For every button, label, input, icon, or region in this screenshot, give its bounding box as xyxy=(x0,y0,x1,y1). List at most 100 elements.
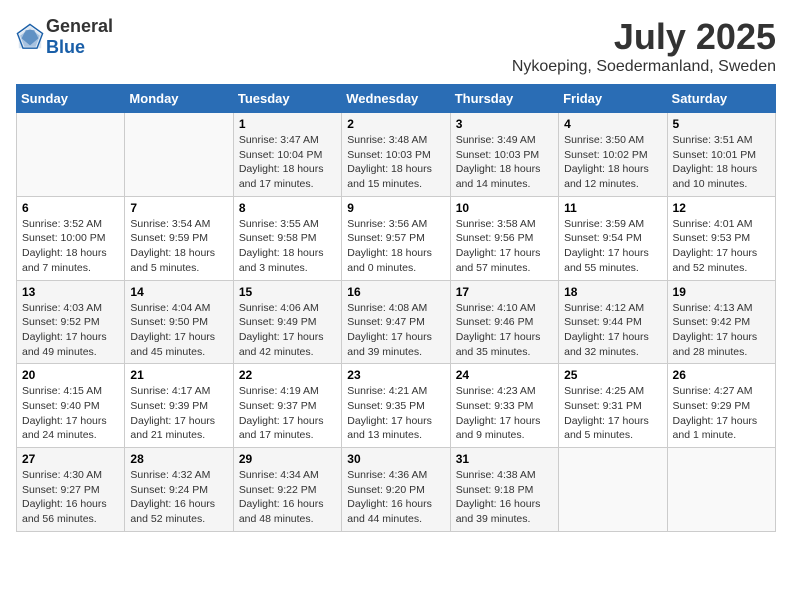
day-number: 28 xyxy=(130,452,227,466)
day-info: Sunrise: 3:56 AM Sunset: 9:57 PM Dayligh… xyxy=(347,217,444,276)
title-block: July 2025 Nykoeping, Soedermanland, Swed… xyxy=(512,16,776,76)
calendar-cell: 20 Sunrise: 4:15 AM Sunset: 9:40 PM Dayli… xyxy=(17,364,125,448)
calendar-cell: 5Sunrise: 3:51 AM Sunset: 10:01 PM Dayli… xyxy=(667,113,775,197)
logo-icon xyxy=(16,23,44,51)
day-number: 4 xyxy=(564,117,661,131)
calendar-cell: 12 Sunrise: 4:01 AM Sunset: 9:53 PM Dayli… xyxy=(667,196,775,280)
calendar-cell: 13 Sunrise: 4:03 AM Sunset: 9:52 PM Dayli… xyxy=(17,280,125,364)
day-number: 2 xyxy=(347,117,444,131)
day-info: Sunrise: 4:03 AM Sunset: 9:52 PM Dayligh… xyxy=(22,301,119,360)
day-number: 21 xyxy=(130,368,227,382)
day-info: Sunrise: 4:12 AM Sunset: 9:44 PM Dayligh… xyxy=(564,301,661,360)
header-tuesday: Tuesday xyxy=(233,85,341,113)
day-number: 29 xyxy=(239,452,336,466)
day-info: Sunrise: 3:58 AM Sunset: 9:56 PM Dayligh… xyxy=(456,217,553,276)
day-info: Sunrise: 3:48 AM Sunset: 10:03 PM Daylig… xyxy=(347,133,444,192)
calendar-cell: 9 Sunrise: 3:56 AM Sunset: 9:57 PM Daylig… xyxy=(342,196,450,280)
day-number: 9 xyxy=(347,201,444,215)
calendar-cell: 2 Sunrise: 3:48 AM Sunset: 10:03 PM Dayli… xyxy=(342,113,450,197)
day-number: 30 xyxy=(347,452,444,466)
logo-text: General Blue xyxy=(46,16,113,58)
weekday-header-row: Sunday Monday Tuesday Wednesday Thursday… xyxy=(17,85,776,113)
logo-general: General xyxy=(46,16,113,36)
day-number: 22 xyxy=(239,368,336,382)
day-number: 6 xyxy=(22,201,119,215)
calendar-cell: 6Sunrise: 3:52 AM Sunset: 10:00 PM Dayli… xyxy=(17,196,125,280)
calendar-cell xyxy=(17,113,125,197)
calendar-cell: 22Sunrise: 4:19 AM Sunset: 9:37 PM Dayli… xyxy=(233,364,341,448)
calendar-cell: 31Sunrise: 4:38 AM Sunset: 9:18 PM Dayli… xyxy=(450,448,558,532)
day-info: Sunrise: 4:01 AM Sunset: 9:53 PM Dayligh… xyxy=(673,217,770,276)
day-info: Sunrise: 4:32 AM Sunset: 9:24 PM Dayligh… xyxy=(130,468,227,527)
calendar-cell: 18 Sunrise: 4:12 AM Sunset: 9:44 PM Dayli… xyxy=(559,280,667,364)
calendar-cell: 30 Sunrise: 4:36 AM Sunset: 9:20 PM Dayli… xyxy=(342,448,450,532)
day-number: 16 xyxy=(347,285,444,299)
location-title: Nykoeping, Soedermanland, Sweden xyxy=(512,58,776,76)
calendar-cell: 1Sunrise: 3:47 AM Sunset: 10:04 PM Dayli… xyxy=(233,113,341,197)
calendar-week-row: 6Sunrise: 3:52 AM Sunset: 10:00 PM Dayli… xyxy=(17,196,776,280)
calendar-cell: 17 Sunrise: 4:10 AM Sunset: 9:46 PM Dayli… xyxy=(450,280,558,364)
day-number: 10 xyxy=(456,201,553,215)
calendar-week-row: 27Sunrise: 4:30 AM Sunset: 9:27 PM Dayli… xyxy=(17,448,776,532)
calendar-cell: 11 Sunrise: 3:59 AM Sunset: 9:54 PM Dayli… xyxy=(559,196,667,280)
calendar-cell: 15 Sunrise: 4:06 AM Sunset: 9:49 PM Dayli… xyxy=(233,280,341,364)
calendar-cell: 3Sunrise: 3:49 AM Sunset: 10:03 PM Dayli… xyxy=(450,113,558,197)
day-info: Sunrise: 4:38 AM Sunset: 9:18 PM Dayligh… xyxy=(456,468,553,527)
calendar-cell: 26Sunrise: 4:27 AM Sunset: 9:29 PM Dayli… xyxy=(667,364,775,448)
day-info: Sunrise: 3:47 AM Sunset: 10:04 PM Daylig… xyxy=(239,133,336,192)
day-info: Sunrise: 4:13 AM Sunset: 9:42 PM Dayligh… xyxy=(673,301,770,360)
day-number: 17 xyxy=(456,285,553,299)
calendar-cell: 16 Sunrise: 4:08 AM Sunset: 9:47 PM Dayli… xyxy=(342,280,450,364)
header-thursday: Thursday xyxy=(450,85,558,113)
calendar-cell xyxy=(559,448,667,532)
day-info: Sunrise: 3:55 AM Sunset: 9:58 PM Dayligh… xyxy=(239,217,336,276)
day-number: 14 xyxy=(130,285,227,299)
day-number: 11 xyxy=(564,201,661,215)
day-number: 3 xyxy=(456,117,553,131)
day-number: 27 xyxy=(22,452,119,466)
calendar-cell xyxy=(667,448,775,532)
day-info: Sunrise: 4:17 AM Sunset: 9:39 PM Dayligh… xyxy=(130,384,227,443)
calendar-cell: 19Sunrise: 4:13 AM Sunset: 9:42 PM Dayli… xyxy=(667,280,775,364)
day-info: Sunrise: 4:06 AM Sunset: 9:49 PM Dayligh… xyxy=(239,301,336,360)
day-number: 12 xyxy=(673,201,770,215)
day-info: Sunrise: 4:10 AM Sunset: 9:46 PM Dayligh… xyxy=(456,301,553,360)
calendar-cell: 21 Sunrise: 4:17 AM Sunset: 9:39 PM Dayli… xyxy=(125,364,233,448)
day-number: 24 xyxy=(456,368,553,382)
logo: General Blue xyxy=(16,16,113,58)
calendar-cell: 27Sunrise: 4:30 AM Sunset: 9:27 PM Dayli… xyxy=(17,448,125,532)
day-info: Sunrise: 4:36 AM Sunset: 9:20 PM Dayligh… xyxy=(347,468,444,527)
day-info: Sunrise: 3:54 AM Sunset: 9:59 PM Dayligh… xyxy=(130,217,227,276)
day-number: 5 xyxy=(673,117,770,131)
calendar-cell: 4Sunrise: 3:50 AM Sunset: 10:02 PM Dayli… xyxy=(559,113,667,197)
calendar-cell: 10 Sunrise: 3:58 AM Sunset: 9:56 PM Dayli… xyxy=(450,196,558,280)
header-monday: Monday xyxy=(125,85,233,113)
day-number: 13 xyxy=(22,285,119,299)
header-sunday: Sunday xyxy=(17,85,125,113)
calendar-cell: 23Sunrise: 4:21 AM Sunset: 9:35 PM Dayli… xyxy=(342,364,450,448)
day-number: 8 xyxy=(239,201,336,215)
page-header: General Blue July 2025 Nykoeping, Soeder… xyxy=(16,16,776,76)
calendar-cell: 14 Sunrise: 4:04 AM Sunset: 9:50 PM Dayli… xyxy=(125,280,233,364)
header-saturday: Saturday xyxy=(667,85,775,113)
day-number: 15 xyxy=(239,285,336,299)
month-title: July 2025 xyxy=(512,16,776,58)
day-info: Sunrise: 4:21 AM Sunset: 9:35 PM Dayligh… xyxy=(347,384,444,443)
day-info: Sunrise: 4:34 AM Sunset: 9:22 PM Dayligh… xyxy=(239,468,336,527)
calendar-week-row: 13 Sunrise: 4:03 AM Sunset: 9:52 PM Dayli… xyxy=(17,280,776,364)
day-info: Sunrise: 4:15 AM Sunset: 9:40 PM Dayligh… xyxy=(22,384,119,443)
header-friday: Friday xyxy=(559,85,667,113)
day-info: Sunrise: 4:23 AM Sunset: 9:33 PM Dayligh… xyxy=(456,384,553,443)
day-info: Sunrise: 3:59 AM Sunset: 9:54 PM Dayligh… xyxy=(564,217,661,276)
calendar-cell: 29 Sunrise: 4:34 AM Sunset: 9:22 PM Dayli… xyxy=(233,448,341,532)
calendar-cell: 7 Sunrise: 3:54 AM Sunset: 9:59 PM Daylig… xyxy=(125,196,233,280)
day-info: Sunrise: 4:08 AM Sunset: 9:47 PM Dayligh… xyxy=(347,301,444,360)
calendar-week-row: 1Sunrise: 3:47 AM Sunset: 10:04 PM Dayli… xyxy=(17,113,776,197)
calendar-cell: 24 Sunrise: 4:23 AM Sunset: 9:33 PM Dayli… xyxy=(450,364,558,448)
day-info: Sunrise: 4:04 AM Sunset: 9:50 PM Dayligh… xyxy=(130,301,227,360)
day-number: 20 xyxy=(22,368,119,382)
calendar-table: Sunday Monday Tuesday Wednesday Thursday… xyxy=(16,84,776,532)
calendar-cell: 25Sunrise: 4:25 AM Sunset: 9:31 PM Dayli… xyxy=(559,364,667,448)
day-number: 7 xyxy=(130,201,227,215)
day-number: 18 xyxy=(564,285,661,299)
